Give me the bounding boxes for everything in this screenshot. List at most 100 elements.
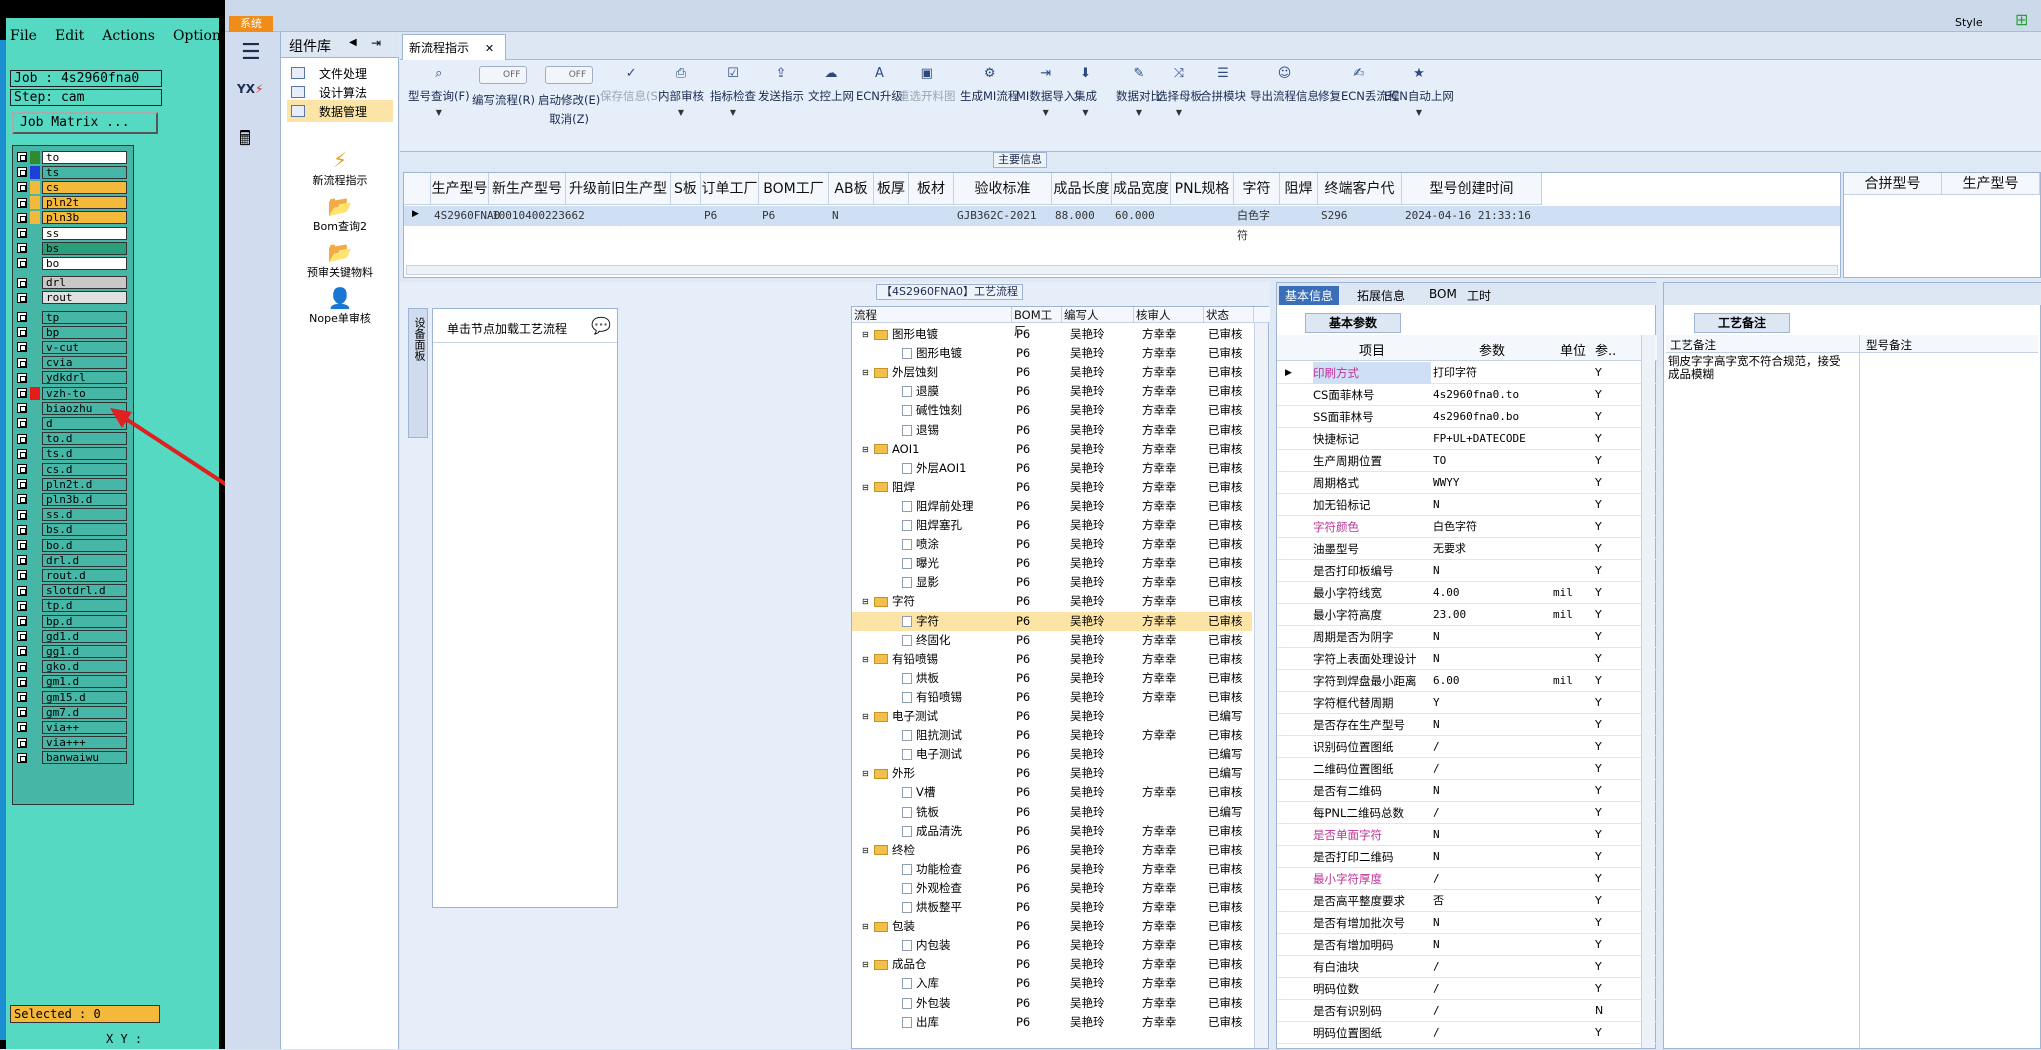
layer-name[interactable]: pln2t xyxy=(42,196,127,210)
param-row[interactable]: 是否打印二维码 N Y xyxy=(1277,846,1657,868)
tree-leaf[interactable]: 入库 P6 吴艳玲 方幸幸 已审核 xyxy=(852,974,1252,993)
layer-name[interactable]: ts xyxy=(42,165,127,179)
grid-cell[interactable]: 60.000 xyxy=(1112,206,1171,226)
layer-checkbox[interactable] xyxy=(17,676,27,687)
layer-checkbox[interactable] xyxy=(17,494,27,505)
nav-shortcut[interactable]: 📂 预审关键物料 xyxy=(281,240,399,280)
param-row[interactable]: 生产周期位置 TO Y xyxy=(1277,450,1657,472)
layer-checkbox[interactable] xyxy=(17,258,27,269)
layer-row[interactable]: bs.d xyxy=(17,523,127,537)
tree-leaf[interactable]: 曝光 P6 吴艳玲 方幸幸 已审核 xyxy=(852,554,1252,573)
col-header[interactable]: S板 xyxy=(671,173,701,205)
param-value[interactable]: / xyxy=(1433,736,1551,758)
toggle-off-icon[interactable]: OFF xyxy=(545,66,594,84)
tree-col-header[interactable]: BOM工厂 xyxy=(1012,307,1062,338)
dropdown-arrow-icon[interactable]: ▼ xyxy=(1384,108,1454,117)
layer-checkbox[interactable] xyxy=(17,479,27,490)
layer-checkbox[interactable] xyxy=(17,661,27,672)
layer-name[interactable]: via++ xyxy=(42,720,127,734)
param-value[interactable]: 4.00 xyxy=(1433,582,1551,604)
layer-name[interactable]: bo.d xyxy=(42,538,127,552)
layer-row[interactable]: bp xyxy=(17,325,127,339)
param-row[interactable]: 最小字符线宽 4.00 mil Y xyxy=(1277,582,1657,604)
ribbon-4-button[interactable]: ✓ 保存信息(S) xyxy=(600,66,662,104)
tree-leaf[interactable]: 外包装 P6 吴艳玲 方幸幸 已审核 xyxy=(852,994,1252,1013)
layer-checkbox[interactable] xyxy=(17,182,27,193)
col-header[interactable]: 升级前旧生产型号 xyxy=(566,173,671,229)
layer-name[interactable]: gd1.d xyxy=(42,629,127,643)
menu-options[interactable]: Options xyxy=(173,28,228,52)
layer-checkbox[interactable] xyxy=(17,433,27,444)
layer-checkbox[interactable] xyxy=(17,570,27,581)
layer-row[interactable]: pln3b xyxy=(17,211,127,225)
expand-icon[interactable]: ⊟ xyxy=(862,440,869,459)
layer-row[interactable]: gm7.d xyxy=(17,705,127,719)
layer-row[interactable]: via+++ xyxy=(17,736,127,750)
col-header[interactable]: 字符 xyxy=(1234,173,1280,205)
layer-name[interactable]: gko.d xyxy=(42,660,127,674)
layer-checkbox[interactable] xyxy=(17,464,27,474)
layer-row[interactable]: gd1.d xyxy=(17,629,127,643)
param-value[interactable]: 白色字符 xyxy=(1433,516,1551,538)
param-value[interactable]: / xyxy=(1433,956,1551,978)
expand-icon[interactable]: ⊟ xyxy=(862,650,869,669)
param-col-header[interactable]: 参... xyxy=(1595,340,1615,359)
tree-col-header[interactable]: 编写人 xyxy=(1062,307,1134,323)
layer-name[interactable]: gm15.d xyxy=(42,690,127,704)
param-value[interactable]: 23.00 xyxy=(1433,604,1551,626)
layer-checkbox[interactable] xyxy=(17,327,27,338)
ribbon-11-button[interactable]: ⚙ 生成MI流程 xyxy=(960,66,1019,104)
col-header[interactable]: 终端客户代码 xyxy=(1318,173,1402,229)
layer-checkbox[interactable] xyxy=(17,357,27,368)
layer-checkbox[interactable] xyxy=(17,646,27,657)
layer-checkbox[interactable] xyxy=(17,722,27,733)
grid-cell[interactable] xyxy=(1280,206,1318,226)
layer-row[interactable]: banwaiwu xyxy=(17,751,127,765)
ribbon-16-button[interactable]: ☰ 合拼模块 xyxy=(1200,66,1246,104)
layer-name[interactable]: banwaiwu xyxy=(42,751,127,765)
param-value[interactable]: / xyxy=(1433,868,1551,890)
layer-checkbox[interactable] xyxy=(17,403,27,414)
layer-row[interactable]: gm15.d xyxy=(17,690,127,704)
param-value[interactable]: FP+UL+DATECODE xyxy=(1433,428,1551,450)
tree-leaf[interactable]: 终固化 P6 吴艳玲 方幸幸 已审核 xyxy=(852,631,1252,650)
grid-cell[interactable]: P6 xyxy=(701,206,759,226)
param-value[interactable]: WWYY xyxy=(1433,472,1551,494)
layer-name[interactable]: gm7.d xyxy=(42,705,127,719)
param-value[interactable]: 打印字符 xyxy=(1433,362,1551,384)
layer-checkbox[interactable] xyxy=(17,540,27,550)
layer-checkbox[interactable] xyxy=(17,197,27,208)
expand-icon[interactable]: ⊟ xyxy=(862,363,869,382)
expand-icon[interactable]: ⊟ xyxy=(862,592,869,611)
menu-edit[interactable]: Edit xyxy=(55,28,84,52)
grid-cell[interactable]: 4S2960FNA0 xyxy=(431,206,500,226)
layer-name[interactable]: bs xyxy=(42,241,127,255)
layer-row[interactable]: rout xyxy=(17,291,127,305)
param-row[interactable]: 是否有二维码 N Y xyxy=(1277,780,1657,802)
ribbon-12-button[interactable]: ⇥ MI数据导入 ▼ xyxy=(1016,66,1075,117)
ribbon-3-button[interactable]: OFF 启动修改(E) 取消(Z) xyxy=(538,66,600,127)
layer-name[interactable]: tp.d xyxy=(42,599,127,613)
layer-name[interactable]: drl.d xyxy=(42,553,127,567)
layer-row[interactable]: via++ xyxy=(17,720,127,734)
layer-checkbox[interactable] xyxy=(17,312,27,322)
grid-cell[interactable]: 2024-04-16 21:33:16 xyxy=(1402,206,1542,226)
param-col-header[interactable]: 项目 xyxy=(1313,340,1431,359)
layer-checkbox[interactable] xyxy=(17,707,27,718)
tree-leaf[interactable]: 图形电镀 P6 吴艳玲 方幸幸 已审核 xyxy=(852,344,1252,363)
param-value[interactable]: N xyxy=(1433,846,1551,868)
ribbon-9-button[interactable]: A ECN升级 xyxy=(856,66,903,104)
layer-row[interactable]: tp.d xyxy=(17,599,127,613)
tree-col-header[interactable]: 流程 xyxy=(852,307,1012,323)
layer-name[interactable]: ss xyxy=(42,226,127,240)
tree-leaf[interactable]: V槽 P6 吴艳玲 方幸幸 已审核 xyxy=(852,783,1252,802)
tree-leaf[interactable]: 显影 P6 吴艳玲 方幸幸 已审核 xyxy=(852,573,1252,592)
tree-leaf[interactable]: 成品清洗 P6 吴艳玲 方幸幸 已审核 xyxy=(852,822,1252,841)
grid-cell[interactable]: N xyxy=(829,206,874,226)
tree-leaf[interactable]: 退膜 P6 吴艳玲 方幸幸 已审核 xyxy=(852,382,1252,401)
ribbon-10-button[interactable]: ▣ 重选开料图 xyxy=(898,66,956,104)
col-header[interactable]: 订单工厂 xyxy=(701,173,759,205)
tree-leaf[interactable]: 阻焊塞孔 P6 吴艳玲 方幸幸 已审核 xyxy=(852,516,1252,535)
job-matrix-button[interactable]: Job Matrix ... xyxy=(12,112,158,134)
param-row[interactable]: 字符框代替周期 Y Y xyxy=(1277,692,1657,714)
